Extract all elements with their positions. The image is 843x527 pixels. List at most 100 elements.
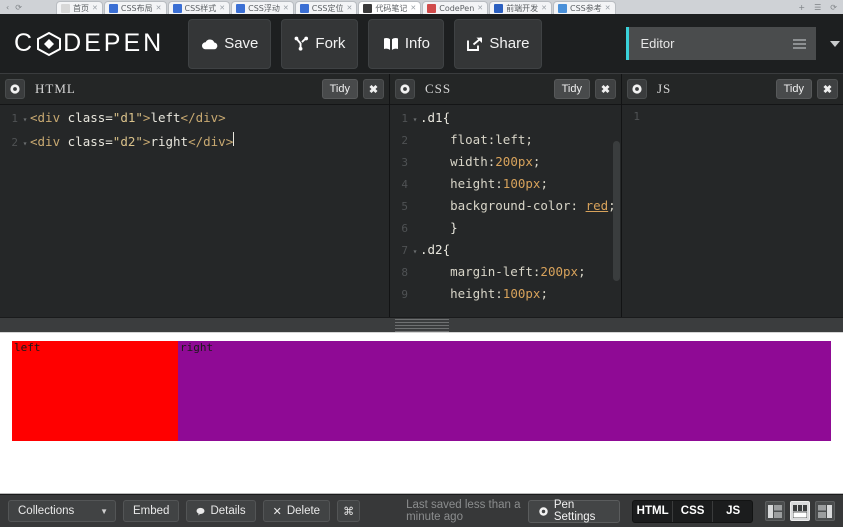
code-token: background-color: <box>420 198 586 213</box>
reload-icon[interactable]: ⟳ <box>15 3 22 12</box>
browser-tab[interactable]: 前端开发 ✕ <box>489 1 553 14</box>
share-button[interactable]: Share <box>454 18 543 69</box>
line-number: 2 <box>11 136 18 149</box>
fold-arrow-icon: · <box>410 269 420 278</box>
code-token: ; <box>525 132 533 147</box>
line-number: 7 <box>401 244 408 257</box>
code-token: margin-left: <box>420 264 541 279</box>
browser-tab-strip: ‹ ⟳ 首页 ✕ CSS布局 ✕ CSS样式 ✕ CSS浮动 ✕ CSS定位 ✕ 代码笔记 ✕ Code… <box>0 0 843 14</box>
close-icon[interactable]: ✕ <box>410 4 416 12</box>
code-editor-css[interactable]: 1▾.d1{2· float:left;3· width:200px;4· he… <box>390 105 621 317</box>
restore-icon[interactable]: ⟳ <box>830 3 837 12</box>
code-line: 1 ▾ .d1{ <box>390 110 621 132</box>
code-line: 3· width:200px; <box>390 154 621 176</box>
keyboard-shortcuts-button[interactable]: ⌘ <box>337 500 361 522</box>
code-line: 5· background-color: red; <box>390 198 621 220</box>
tab-favicon <box>427 3 437 13</box>
embed-button[interactable]: Embed <box>123 500 180 522</box>
grip-icon <box>394 317 449 334</box>
code-line: 1 ▾ <div class= "d1" > left </div> <box>0 110 389 132</box>
collections-label: Collections <box>18 505 75 517</box>
share-label: Share <box>489 35 530 52</box>
tabstrip-end-controls: + ☰ ⟳ <box>798 1 843 14</box>
browser-tab[interactable]: CodePen ✕ <box>422 1 489 14</box>
tidy-button-js[interactable]: Tidy <box>775 79 812 99</box>
info-label: Info <box>404 35 430 52</box>
layout-left-button[interactable] <box>765 501 785 521</box>
code-editor-js[interactable]: 1· <box>622 105 843 317</box>
tab-favicon <box>558 3 568 13</box>
code-token: } <box>420 220 458 235</box>
close-icon[interactable]: ✖ <box>817 79 838 99</box>
fold-arrow-icon[interactable]: ▾ <box>20 115 30 124</box>
line-number: 3 <box>401 156 408 169</box>
toggle-html[interactable]: HTML <box>633 500 674 522</box>
save-button[interactable]: Save <box>188 18 272 69</box>
toggle-css[interactable]: CSS <box>673 500 714 522</box>
close-icon[interactable]: ✕ <box>477 4 483 12</box>
browser-tab[interactable]: 代码笔记 ✕ <box>358 1 422 14</box>
details-button[interactable]: Details <box>186 500 256 522</box>
code-token: ; <box>578 264 586 279</box>
delete-button[interactable]: ✕ Delete <box>262 500 331 522</box>
vertical-resize-handle[interactable] <box>0 317 843 333</box>
close-icon[interactable]: ✕ <box>219 4 225 12</box>
close-icon[interactable]: ✖ <box>363 79 384 99</box>
browser-tab[interactable]: 首页 ✕ <box>56 1 103 14</box>
fold-arrow-icon[interactable]: ▾ <box>20 139 30 148</box>
fold-arrow-icon[interactable]: ▾ <box>410 115 420 124</box>
close-icon[interactable]: ✕ <box>347 4 353 12</box>
tab-title: CSS布局 <box>120 3 153 13</box>
tab-title: CodePen <box>439 3 475 13</box>
line-number: 2 <box>401 134 408 147</box>
code-token: height: <box>420 286 503 301</box>
close-icon[interactable]: ✕ <box>92 4 98 12</box>
tidy-button-css[interactable]: Tidy <box>553 79 590 99</box>
new-tab-icon[interactable]: + <box>798 3 805 12</box>
embed-label: Embed <box>133 505 170 517</box>
pen-settings-button[interactable]: Pen Settings <box>527 499 621 523</box>
layout-right-button[interactable] <box>815 501 835 521</box>
code-token: red <box>585 198 609 213</box>
fold-arrow-icon: · <box>642 113 652 122</box>
editor-view-select[interactable]: Editor <box>626 27 817 60</box>
code-token: <div <box>30 110 68 125</box>
line-number: 1 <box>11 112 18 125</box>
delete-label: Delete <box>286 505 321 517</box>
code-editor-html[interactable]: 1 ▾ <div class= "d1" > left </div> 2 ▾ <div class… <box>0 105 389 317</box>
back-icon[interactable]: ‹ <box>6 3 9 12</box>
tidy-button-html[interactable]: Tidy <box>321 79 358 99</box>
close-icon[interactable]: ✕ <box>283 4 289 12</box>
fork-button[interactable]: Fork <box>281 18 359 69</box>
tab-favicon <box>363 3 373 13</box>
browser-tab[interactable]: CSS样式 ✕ <box>167 1 231 14</box>
code-line: 4· height:100px; <box>390 176 621 198</box>
codepen-logo[interactable]: C DEPEN <box>14 14 164 74</box>
info-button[interactable]: Info <box>368 18 445 69</box>
close-icon[interactable]: ✕ <box>156 4 162 12</box>
line-number: 6 <box>401 222 408 235</box>
close-icon[interactable]: ✕ <box>541 4 547 12</box>
chevron-down-icon[interactable] <box>830 40 841 47</box>
fold-arrow-icon: · <box>410 225 420 234</box>
close-icon[interactable]: ✕ <box>605 4 611 12</box>
browser-tab[interactable]: CSS浮动 ✕ <box>231 1 294 14</box>
close-icon[interactable]: ✖ <box>595 79 616 99</box>
collections-dropdown[interactable]: Collections ▼ <box>8 500 116 522</box>
last-saved-status: Last saved less than a minute ago <box>406 499 521 523</box>
browser-tab[interactable]: CSS布局 ✕ <box>103 1 167 14</box>
browser-tab[interactable]: CSS定位 ✕ <box>294 1 358 14</box>
editor-scrollbar[interactable] <box>613 141 620 317</box>
fold-arrow-icon[interactable]: ▾ <box>410 247 420 256</box>
gear-icon[interactable] <box>395 79 415 99</box>
browser-tab[interactable]: CSS参考 ✕ <box>553 1 616 14</box>
tab-title: 前端开发 <box>506 3 539 13</box>
gear-icon[interactable] <box>627 79 647 99</box>
pane-header-actions: Tidy ✖ <box>775 79 838 99</box>
hamburger-icon <box>793 37 807 51</box>
menu-icon[interactable]: ☰ <box>814 3 821 12</box>
x-icon: ✕ <box>272 505 282 518</box>
gear-icon[interactable] <box>5 79 25 99</box>
layout-top-button[interactable] <box>790 501 810 521</box>
toggle-js[interactable]: JS <box>713 501 752 522</box>
